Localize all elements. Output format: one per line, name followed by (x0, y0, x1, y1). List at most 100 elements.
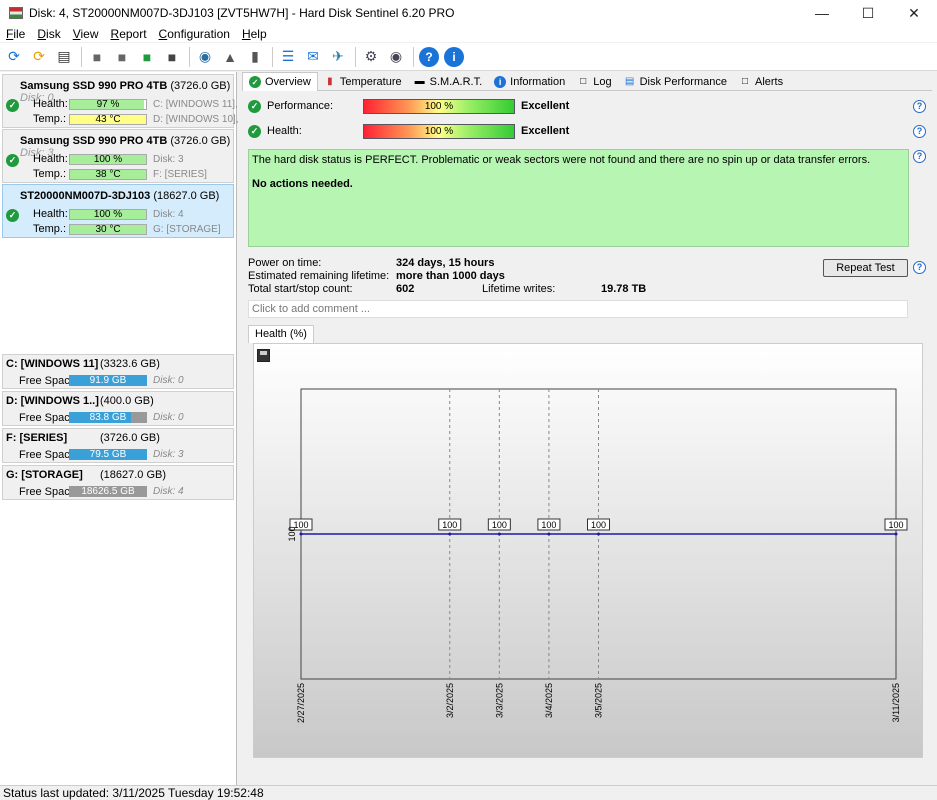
performance-bar: 100 % (363, 98, 515, 114)
power-on-value: 324 days, 15 hours (396, 257, 495, 269)
x-tick-label: 3/2/2025 (445, 683, 455, 718)
x-tick-label: 3/5/2025 (594, 683, 604, 718)
volume-item[interactable]: D: [WINDOWS 1..] (400.0 GB) Free Space 83.8… (2, 391, 234, 426)
lifetime-label: Estimated remaining lifetime: (248, 270, 390, 282)
chart-icon: ▤ (624, 76, 635, 87)
refresh-warning-icon[interactable]: ⟳ (29, 47, 49, 67)
gear-icon[interactable]: ⚙ (361, 47, 381, 67)
temp-label: Temp.: (33, 223, 67, 235)
toolbar-separator (355, 46, 356, 67)
volume-name: G: [STORAGE] (6, 469, 83, 481)
disk-ok-icon[interactable]: ■ (137, 47, 157, 67)
temp-bar: 30 °C (69, 224, 147, 235)
disk-volume-info: C: [WINDOWS 11], (153, 99, 238, 110)
alert-icon: □ (741, 76, 748, 87)
check-icon: ✓ (6, 154, 19, 167)
help-icon[interactable]: ? (913, 261, 926, 274)
disk-test-icon[interactable]: ■ (87, 47, 107, 67)
data-label: 100 (591, 520, 606, 530)
report-icon[interactable]: ☰ (278, 47, 298, 67)
volume-name: D: [WINDOWS 1..] (6, 395, 99, 407)
help-icon[interactable]: ? (913, 125, 926, 138)
volume-item[interactable]: C: [WINDOWS 11] (3323.6 GB) Free Space 91.9… (2, 354, 234, 389)
menu-help[interactable]: Help (236, 26, 273, 42)
help-icon[interactable]: ? (419, 46, 439, 67)
writes-label: Lifetime writes: (482, 283, 556, 295)
volume-name: F: [SERIES] (6, 432, 68, 444)
backup-icon[interactable]: ▲ (220, 47, 240, 67)
disk-item[interactable]: Samsung SSD 990 PRO 4TB (3726.0 GB) Disk… (2, 74, 239, 128)
disk-settings-icon[interactable]: ■ (162, 47, 182, 67)
menu-report[interactable]: Report (105, 26, 153, 42)
health-label: Health: (267, 125, 302, 137)
help-icon[interactable]: ? (913, 100, 926, 113)
free-space-label: Free Space (19, 412, 76, 424)
tab-smart[interactable]: ▬ S.M.A.R.T. (408, 72, 489, 91)
tab-log[interactable]: □ Log (571, 72, 617, 91)
comment-field[interactable]: Click to add comment ... (248, 300, 908, 318)
help-icon[interactable]: ? (913, 150, 926, 163)
surface-test-icon[interactable]: ■ (112, 47, 132, 67)
email-icon[interactable]: ✉ (303, 47, 323, 67)
volume-item[interactable]: G: [STORAGE] (18627.0 GB) Free Space 18626.… (2, 465, 234, 500)
menu-bar: File Disk View Report Configuration Help (0, 26, 937, 42)
status-message: The hard disk status is PERFECT. Problem… (248, 149, 909, 247)
network-icon[interactable]: ◉ (195, 47, 215, 67)
maximize-button[interactable]: ☐ (845, 0, 891, 26)
tab-temperature[interactable]: ▮ Temperature (318, 72, 408, 91)
toolbar-separator (81, 46, 82, 67)
refresh-icon[interactable]: ⟳ (4, 47, 24, 67)
status-bar: Status last updated: 3/11/2025 Tuesday 1… (0, 785, 937, 800)
temp-bar: 38 °C (69, 169, 147, 180)
temp-bar: 43 °C (69, 114, 147, 125)
menu-configuration[interactable]: Configuration (153, 26, 236, 42)
check-icon: ✓ (248, 124, 261, 138)
volume-name: C: [WINDOWS 11] (6, 358, 99, 370)
free-space-label: Free Space (19, 486, 76, 498)
disk-item[interactable]: ST20000NM007D-3DJ103 (18627.0 GB) ✓ Healt… (2, 184, 234, 238)
temp-label: Temp.: (33, 113, 67, 125)
x-tick-label: 3/11/2025 (891, 683, 901, 722)
disk-list-icon[interactable]: ▤ (54, 47, 74, 67)
status-text: The hard disk status is PERFECT. Problem… (252, 154, 871, 166)
menu-disk[interactable]: Disk (31, 26, 66, 42)
disk-volume-info: Disk: 4 (153, 209, 184, 220)
tab-alerts[interactable]: □ Alerts (733, 72, 789, 91)
health-bar: 97 % (69, 99, 147, 110)
send-icon[interactable]: ✈ (328, 47, 348, 67)
performance-rating: Excellent (521, 100, 570, 112)
info-icon[interactable]: i (444, 46, 464, 67)
health-label: Health: (33, 98, 68, 110)
health-label: Health: (33, 208, 68, 220)
health-bar: 100 % (69, 209, 147, 220)
repeat-test-button[interactable]: Repeat Test (823, 259, 908, 277)
data-label: 100 (541, 520, 556, 530)
tab-overview[interactable]: ✓ Overview (242, 72, 318, 91)
free-space-bar: 83.8 GB (69, 412, 147, 423)
free-space-label: Free Space (19, 449, 76, 461)
disk-volume-info: G: [STORAGE] (153, 224, 221, 235)
health-rating: Excellent (521, 125, 570, 137)
server-icon[interactable]: ▮ (245, 47, 265, 67)
tab-health-chart[interactable]: Health (%) (248, 325, 314, 343)
health-chart: 100 2/27/2025 100 3/2/2025 100 3/3/2025 100 3/4… (253, 343, 923, 758)
close-button[interactable]: ✕ (891, 0, 937, 26)
minimize-button[interactable]: — (799, 0, 845, 26)
data-label: 100 (492, 520, 507, 530)
menu-file[interactable]: File (0, 26, 31, 42)
free-space-bar: 79.5 GB (69, 449, 147, 460)
menu-view[interactable]: View (67, 26, 105, 42)
disk-volume-info: Disk: 3 (153, 154, 184, 165)
sound-icon[interactable]: ◉ (386, 47, 406, 67)
free-space-label: Free Space (19, 375, 76, 387)
disk-item[interactable]: Samsung SSD 990 PRO 4TB (3726.0 GB) Disk… (2, 129, 234, 183)
check-icon: ✓ (248, 99, 261, 113)
volume-disk: Disk: 0 (153, 375, 184, 386)
volume-item[interactable]: F: [SERIES] (3726.0 GB) Free Space 79.5 GB D… (2, 428, 234, 463)
data-label: 100 (888, 520, 903, 530)
performance-row: ✓ Performance: 100 % Excellent (248, 98, 569, 114)
health-row: ✓ Health: 100 % Excellent (248, 123, 569, 139)
volume-disk: Disk: 4 (153, 486, 184, 497)
tab-information[interactable]: i Information (488, 72, 571, 91)
tab-disk-performance[interactable]: ▤ Disk Performance (618, 72, 733, 91)
